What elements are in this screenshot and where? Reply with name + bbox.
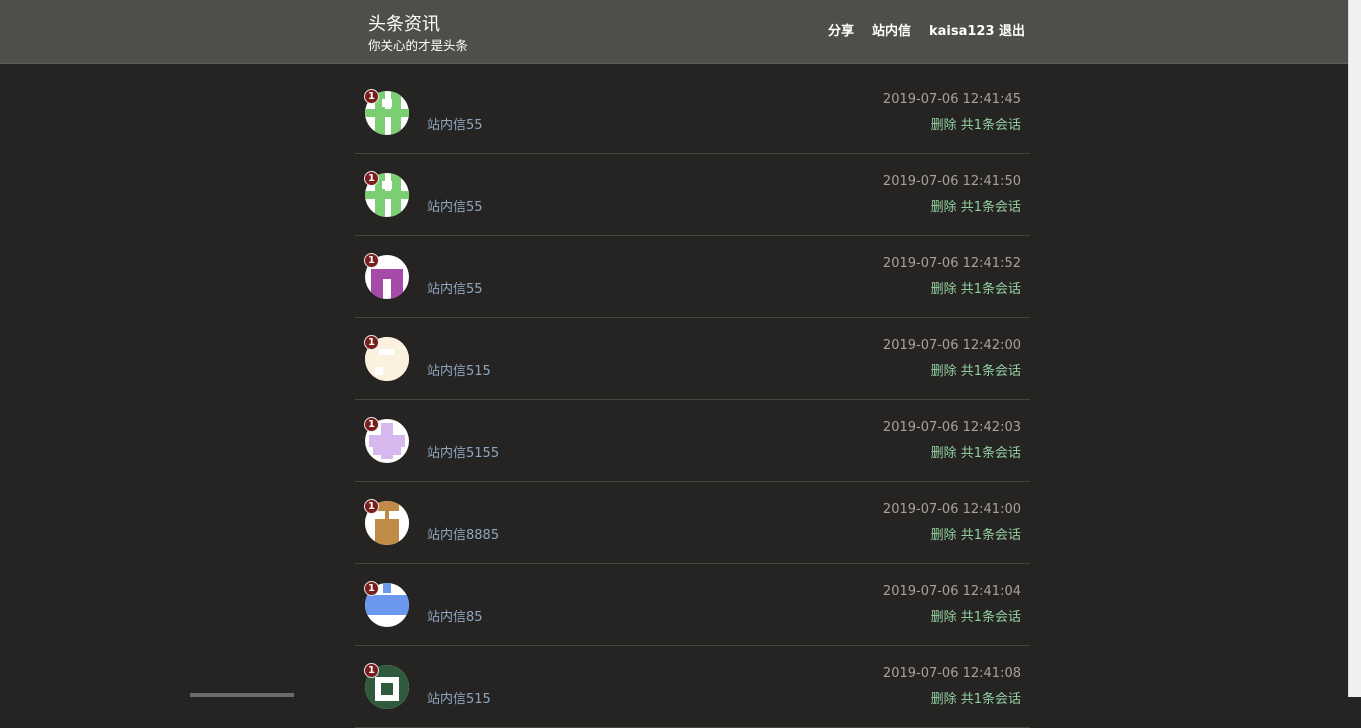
message-timestamp: 2019-07-06 12:42:03 [882,420,1021,435]
conversation-row[interactable]: 1 站内信55 2019-07-06 12:41:50 删除 共1条会话 [355,154,1030,236]
conversation-count-link[interactable]: 共1条会话 [961,528,1021,543]
unread-count-badge: 1 [364,581,379,596]
conversation-count-link[interactable]: 共1条会话 [961,446,1021,461]
message-timestamp: 2019-07-06 12:41:00 [882,502,1021,517]
conversation-count-link[interactable]: 共1条会话 [961,364,1021,379]
conversation-actions: 删除 共1条会话 [931,281,1021,299]
horizontal-scrollbar-thumb[interactable] [190,693,294,697]
unread-count-badge: 1 [364,253,379,268]
unread-count-badge: 1 [364,171,379,186]
delete-conversation-link[interactable]: 删除 [931,118,957,133]
site-subtitle: 你关心的才是头条 [368,38,469,53]
conversation-count-link[interactable]: 共1条会话 [961,692,1021,707]
conversation-row[interactable]: 1 站内信515 2019-07-06 12:41:08 删除 共1条会话 [355,646,1030,728]
message-preview-link[interactable]: 站内信515 [427,691,491,709]
unread-count-badge: 1 [364,335,379,350]
delete-conversation-link[interactable]: 删除 [931,528,957,543]
nav-share-link[interactable]: 分享 [828,23,854,41]
conversation-count-link[interactable]: 共1条会话 [961,200,1021,215]
unread-count-badge: 1 [364,499,379,514]
conversation-list: 1 站内信55 2019-07-06 12:41:45 删除 共1条会话 1 站… [355,72,1030,728]
conversation-count-link[interactable]: 共1条会话 [961,282,1021,297]
message-preview-link[interactable]: 站内信55 [427,117,483,135]
message-timestamp: 2019-07-06 12:41:52 [882,256,1021,271]
delete-conversation-link[interactable]: 删除 [931,692,957,707]
conversation-actions: 删除 共1条会话 [931,117,1021,135]
delete-conversation-link[interactable]: 删除 [931,364,957,379]
message-timestamp: 2019-07-06 12:41:50 [882,174,1021,189]
conversation-row[interactable]: 1 站内信5155 2019-07-06 12:42:03 删除 共1条会话 [355,400,1030,482]
conversation-count-link[interactable]: 共1条会话 [961,610,1021,625]
top-navbar: 头条资讯 你关心的才是头条 分享 站内信 kaisa123 退出 [0,0,1348,64]
vertical-scrollbar[interactable] [1348,0,1361,697]
message-preview-link[interactable]: 站内信515 [427,363,491,381]
conversation-row[interactable]: 1 站内信8885 2019-07-06 12:41:00 删除 共1条会话 [355,482,1030,564]
message-preview-link[interactable]: 站内信55 [427,199,483,217]
conversation-actions: 删除 共1条会话 [931,199,1021,217]
conversation-actions: 删除 共1条会话 [931,445,1021,463]
nav-logout-link[interactable]: 退出 [999,23,1025,41]
conversation-actions: 删除 共1条会话 [931,527,1021,545]
message-timestamp: 2019-07-06 12:41:08 [882,666,1021,681]
delete-conversation-link[interactable]: 删除 [931,610,957,625]
delete-conversation-link[interactable]: 删除 [931,446,957,461]
delete-conversation-link[interactable]: 删除 [931,200,957,215]
conversation-row[interactable]: 1 站内信85 2019-07-06 12:41:04 删除 共1条会话 [355,564,1030,646]
unread-count-badge: 1 [364,417,379,432]
message-timestamp: 2019-07-06 12:42:00 [882,338,1021,353]
conversation-actions: 删除 共1条会话 [931,363,1021,381]
nav-messages-link[interactable]: 站内信 [872,23,911,41]
message-preview-link[interactable]: 站内信5155 [427,445,499,463]
unread-count-badge: 1 [364,89,379,104]
conversation-row[interactable]: 1 站内信515 2019-07-06 12:42:00 删除 共1条会话 [355,318,1030,400]
conversation-actions: 删除 共1条会话 [931,609,1021,627]
message-timestamp: 2019-07-06 12:41:04 [882,584,1021,599]
nav-username-link[interactable]: kaisa123 [929,23,995,41]
message-preview-link[interactable]: 站内信55 [427,281,483,299]
conversation-count-link[interactable]: 共1条会话 [961,118,1021,133]
unread-count-badge: 1 [364,663,379,678]
message-timestamp: 2019-07-06 12:41:45 [882,92,1021,107]
message-preview-link[interactable]: 站内信85 [427,609,483,627]
conversation-actions: 删除 共1条会话 [931,691,1021,709]
conversation-row[interactable]: 1 站内信55 2019-07-06 12:41:45 删除 共1条会话 [355,72,1030,154]
message-preview-link[interactable]: 站内信8885 [427,527,499,545]
conversation-row[interactable]: 1 站内信55 2019-07-06 12:41:52 删除 共1条会话 [355,236,1030,318]
delete-conversation-link[interactable]: 删除 [931,282,957,297]
site-title[interactable]: 头条资讯 [368,14,440,36]
